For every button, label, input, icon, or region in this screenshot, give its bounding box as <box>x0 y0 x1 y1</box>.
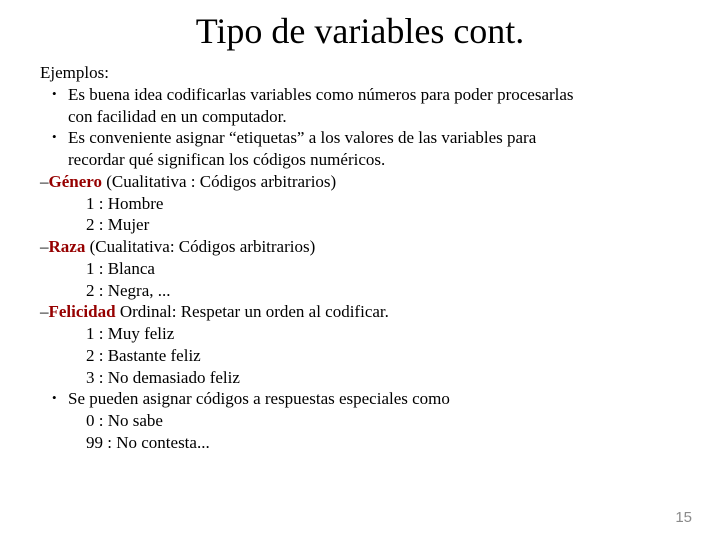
variable-name: Felicidad <box>49 302 116 321</box>
bullet-1: • Es buena idea codificarlas variables c… <box>40 84 680 106</box>
felicidad-code-3: 3 : No demasiado feliz <box>40 367 680 389</box>
variable-desc: (Cualitativa : Códigos arbitrarios) <box>102 172 336 191</box>
bullet-1-text-a: Es buena idea codificarlas variables com… <box>68 85 574 104</box>
examples-heading: Ejemplos: <box>40 62 680 84</box>
special-code-1: 0 : No sabe <box>40 410 680 432</box>
felicidad-code-2: 2 : Bastante feliz <box>40 345 680 367</box>
bullet-2-text-b: recordar qué significan los códigos numé… <box>40 149 680 171</box>
slide-title: Tipo de variables cont. <box>40 10 680 52</box>
variable-name: Raza <box>49 237 86 256</box>
felicidad-code-1: 1 : Muy feliz <box>40 323 680 345</box>
page-number: 15 <box>675 509 692 526</box>
raza-code-2: 2 : Negra, ... <box>40 280 680 302</box>
bullet-2: • Es conveniente asignar “etiquetas” a l… <box>40 127 680 149</box>
special-code-2: 99 : No contesta... <box>40 432 680 454</box>
slide-body: Ejemplos: • Es buena idea codificarlas v… <box>40 62 680 454</box>
variable-desc: (Cualitativa: Códigos arbitrarios) <box>85 237 315 256</box>
bullet-3-text: Se pueden asignar códigos a respuestas e… <box>68 389 450 408</box>
bullet-dot-icon: • <box>52 86 57 103</box>
genero-code-1: 1 : Hombre <box>40 193 680 215</box>
bullet-dot-icon: • <box>52 390 57 407</box>
dash: – <box>40 237 49 256</box>
variable-raza: –Raza (Cualitativa: Códigos arbitrarios) <box>40 236 680 258</box>
bullet-3: • Se pueden asignar códigos a respuestas… <box>40 388 680 410</box>
bullet-1-text-b: con facilidad en un computador. <box>40 106 680 128</box>
bullet-dot-icon: • <box>52 129 57 146</box>
variable-name: Género <box>49 172 103 191</box>
dash: – <box>40 172 49 191</box>
genero-code-2: 2 : Mujer <box>40 214 680 236</box>
dash: – <box>40 302 49 321</box>
variable-genero: –Género (Cualitativa : Códigos arbitrari… <box>40 171 680 193</box>
variable-felicidad: –Felicidad Ordinal: Respetar un orden al… <box>40 301 680 323</box>
raza-code-1: 1 : Blanca <box>40 258 680 280</box>
variable-desc: Ordinal: Respetar un orden al codificar. <box>116 302 389 321</box>
bullet-2-text-a: Es conveniente asignar “etiquetas” a los… <box>68 128 536 147</box>
